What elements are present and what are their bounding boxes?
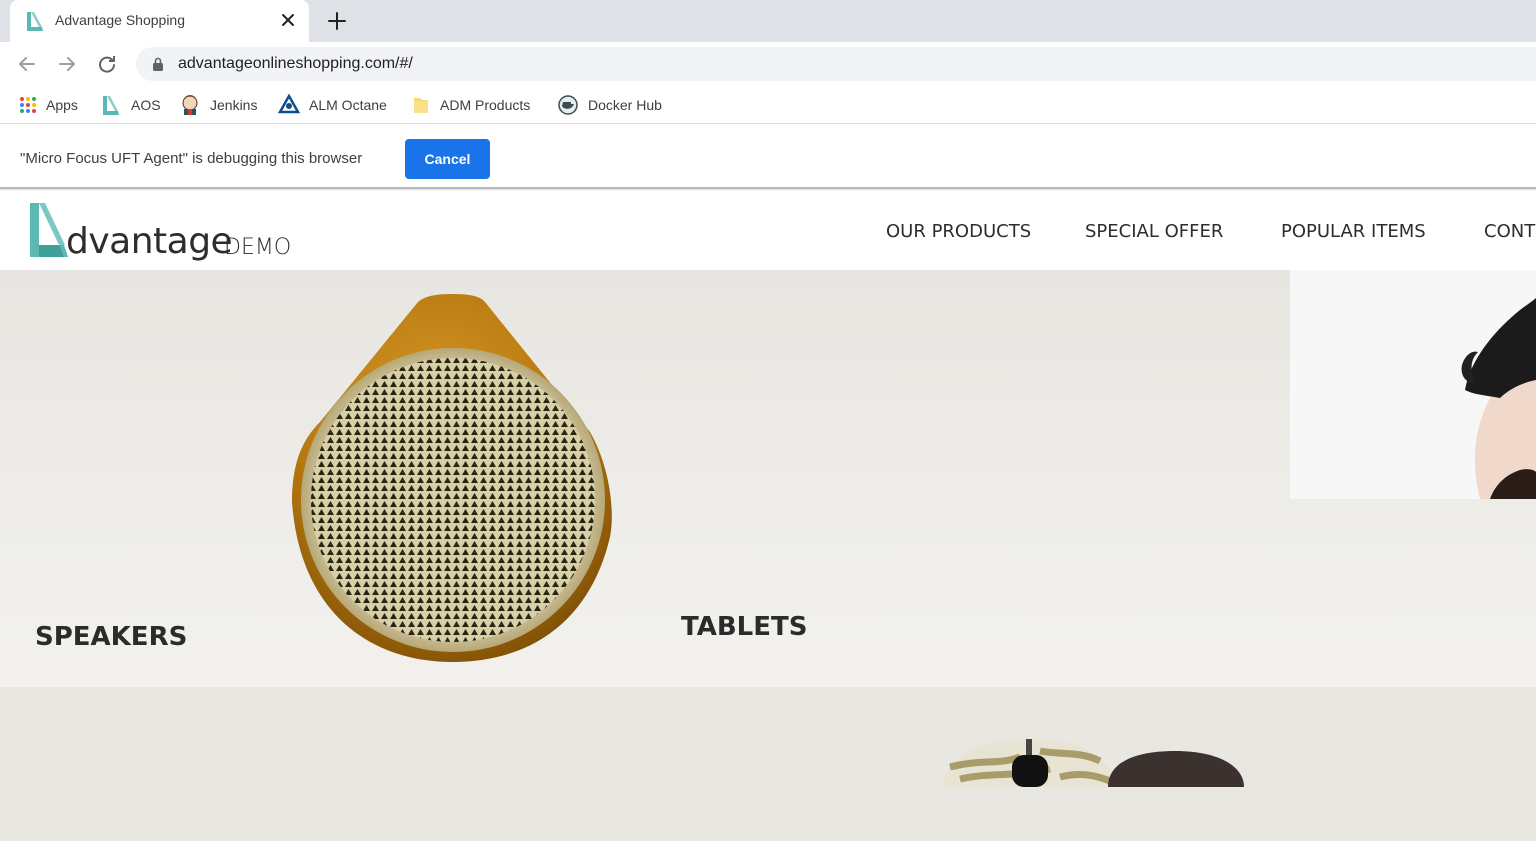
tablets-label[interactable]: TABLETS bbox=[681, 612, 807, 642]
aos-logo-icon bbox=[103, 96, 119, 115]
logo-suffix: DEMO bbox=[224, 235, 292, 260]
address-bar[interactable]: advantageonlineshopping.com/#/ bbox=[136, 47, 1536, 81]
bookmark-label: Jenkins bbox=[210, 97, 258, 113]
bookmarks-bar: Apps AOS Jenkins ALM Octane ADM Products bbox=[0, 86, 1536, 124]
bookmark-label: Apps bbox=[46, 97, 78, 113]
alm-octane-icon bbox=[278, 94, 300, 114]
apps-grid-icon bbox=[20, 97, 36, 113]
bookmark-alm-octane[interactable]: ALM Octane bbox=[278, 94, 387, 116]
browser-tab[interactable]: Advantage Shopping bbox=[10, 0, 309, 42]
aos-logo-icon bbox=[27, 12, 43, 31]
browser-tab-strip: Advantage Shopping bbox=[0, 0, 1536, 42]
bookmark-label: AOS bbox=[131, 97, 161, 113]
jenkins-icon bbox=[182, 95, 198, 115]
bookmark-aos[interactable]: AOS bbox=[100, 94, 161, 116]
bookmark-jenkins[interactable]: Jenkins bbox=[179, 94, 257, 116]
browser-toolbar: advantageonlineshopping.com/#/ bbox=[0, 42, 1536, 86]
docker-hub-icon bbox=[558, 95, 578, 115]
infobar-message: "Micro Focus UFT Agent" is debugging thi… bbox=[20, 150, 363, 167]
tab-title: Advantage Shopping bbox=[55, 12, 185, 28]
forward-icon[interactable] bbox=[56, 53, 78, 75]
advantage-logo-icon bbox=[30, 203, 68, 257]
folder-icon bbox=[414, 98, 428, 113]
speaker-image[interactable] bbox=[290, 292, 615, 664]
back-icon[interactable] bbox=[16, 53, 38, 75]
bookmark-label: ADM Products bbox=[440, 97, 531, 113]
nav-our-products[interactable]: OUR PRODUCTS bbox=[886, 221, 1031, 242]
debugging-infobar: "Micro Focus UFT Agent" is debugging thi… bbox=[0, 128, 1536, 189]
url-text[interactable]: advantageonlineshopping.com/#/ bbox=[178, 55, 413, 73]
speakers-label[interactable]: SPEAKERS bbox=[35, 622, 187, 652]
model-photo bbox=[1290, 270, 1536, 499]
category-tiles: SPEAKERS TABLETS bbox=[0, 270, 1536, 687]
bookmark-label: Docker Hub bbox=[588, 97, 662, 113]
new-tab-icon[interactable] bbox=[326, 10, 348, 32]
nav-contact-us[interactable]: CONT bbox=[1484, 221, 1535, 242]
mice-image[interactable] bbox=[940, 737, 1246, 787]
logo-wordmark: dvantage bbox=[66, 221, 233, 262]
reload-icon[interactable] bbox=[96, 53, 118, 75]
bookmark-apps[interactable]: Apps bbox=[19, 94, 78, 116]
category-tiles-lower bbox=[0, 687, 1536, 841]
bookmark-label: ALM Octane bbox=[309, 97, 387, 113]
nav-popular-items[interactable]: POPULAR ITEMS bbox=[1281, 221, 1426, 242]
category-headphones-image[interactable] bbox=[1290, 270, 1536, 499]
bookmark-adm-products[interactable]: ADM Products bbox=[411, 94, 530, 116]
lock-icon[interactable] bbox=[152, 57, 164, 71]
close-icon[interactable] bbox=[279, 11, 297, 29]
cancel-button[interactable]: Cancel bbox=[405, 139, 490, 179]
bookmark-docker-hub[interactable]: Docker Hub bbox=[557, 94, 662, 116]
nav-special-offer[interactable]: SPECIAL OFFER bbox=[1085, 221, 1223, 242]
site-header: dvantage DEMO OUR PRODUCTS SPECIAL OFFER… bbox=[0, 191, 1536, 270]
